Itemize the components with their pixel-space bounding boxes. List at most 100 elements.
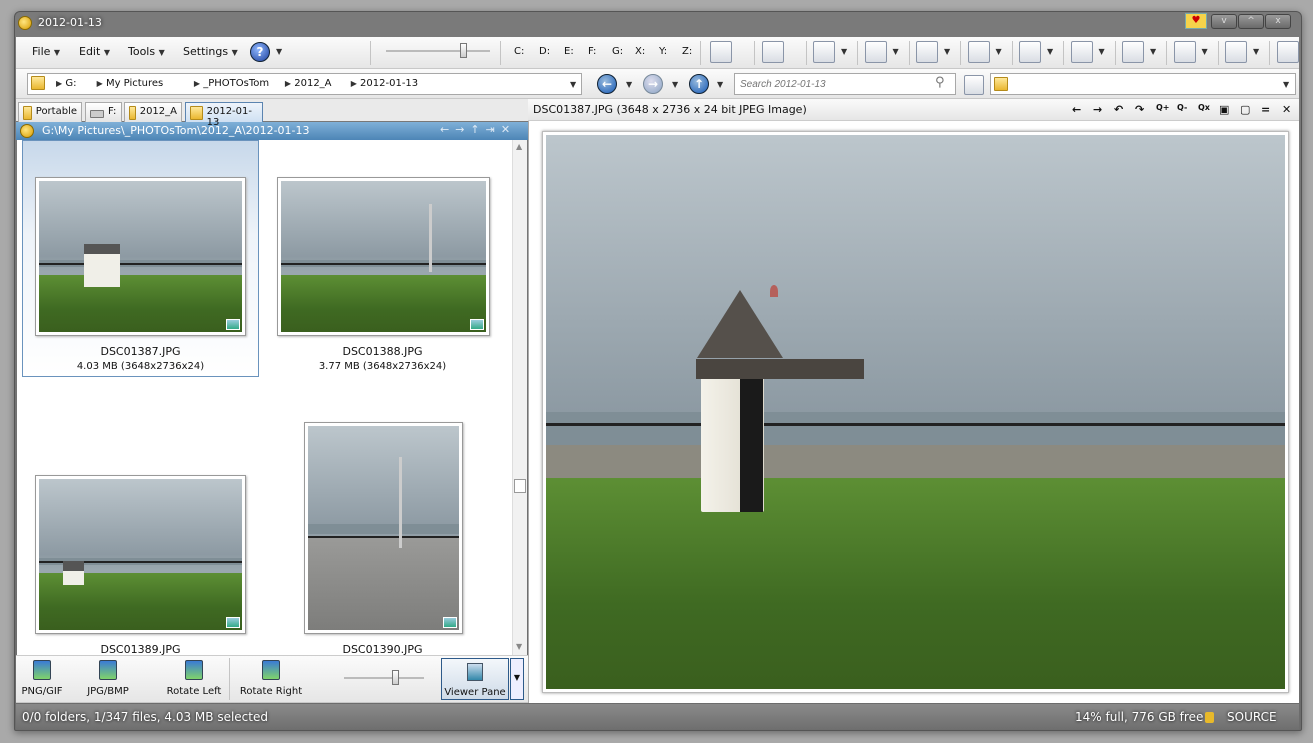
maximize-button[interactable]: ^: [1238, 14, 1264, 29]
forward-button[interactable]: →: [643, 74, 663, 94]
separator: [500, 41, 501, 65]
breadcrumb-arrow[interactable]: ▶: [194, 79, 200, 88]
zoom-in-icon[interactable]: Q+: [1156, 103, 1170, 112]
copy-icon[interactable]: [813, 41, 835, 63]
menu-tools[interactable]: Tools ▼: [128, 45, 165, 58]
image-preview[interactable]: [542, 131, 1289, 693]
drive-button[interactable]: X:: [635, 46, 645, 57]
breadcrumb-item[interactable]: ▶ 2012-01-13: [351, 78, 418, 89]
window-shield-icon[interactable]: [761, 41, 784, 63]
viewer-pane-dropdown[interactable]: ▼: [510, 658, 524, 700]
next-image-icon[interactable]: →: [1093, 103, 1102, 116]
edit-icon[interactable]: [1173, 41, 1196, 63]
thumbnail-size-slider[interactable]: [386, 50, 490, 52]
pane-nav-icons[interactable]: ←→↑⇥✕: [440, 123, 516, 136]
copy-dropdown[interactable]: ▼: [841, 47, 847, 56]
favorite-icon[interactable]: ♥: [1185, 13, 1207, 29]
back-dropdown[interactable]: ▼: [626, 80, 632, 89]
thumbnail[interactable]: [304, 422, 463, 634]
properties-icon[interactable]: [1070, 41, 1093, 63]
back-button[interactable]: ←: [597, 74, 617, 94]
breadcrumb-arrow[interactable]: ▶: [351, 79, 357, 88]
rotate-left-button[interactable]: Rotate Left: [160, 660, 228, 697]
thumbnail[interactable]: [35, 475, 246, 634]
tab-2012a[interactable]: 2012_A: [124, 102, 182, 122]
move-icon[interactable]: [864, 41, 887, 63]
lock-icon[interactable]: [1205, 712, 1214, 723]
breadcrumb-item[interactable]: ▶ _PHOTOsTom: [194, 78, 269, 89]
layout-icon[interactable]: [1225, 41, 1247, 63]
tab-f[interactable]: F:: [85, 102, 122, 122]
close-viewer-icon[interactable]: ✕: [1282, 103, 1291, 116]
tab-portable[interactable]: Portable: [18, 102, 82, 122]
back-pane-icon[interactable]: [1276, 41, 1299, 63]
drive-button[interactable]: Y:: [659, 46, 667, 57]
new-folder-dropdown[interactable]: ▼: [996, 47, 1002, 56]
breadcrumb-arrow[interactable]: ▶: [97, 79, 103, 88]
breadcrumb-item[interactable]: ▶ My Pictures: [97, 78, 164, 89]
filter-icon[interactable]: [964, 75, 984, 95]
drive-button[interactable]: D:: [539, 46, 550, 57]
rotate-left-icon[interactable]: ↶: [1114, 103, 1123, 116]
drive-button[interactable]: G:: [612, 46, 623, 57]
address-dropdown[interactable]: ▼: [570, 80, 576, 89]
view-mode-icon[interactable]: [1122, 41, 1144, 63]
breadcrumb-arrow[interactable]: ▶: [56, 79, 62, 88]
tab-20120113[interactable]: 2012-01-13: [185, 102, 263, 128]
up-button[interactable]: ↑: [689, 74, 709, 94]
scrollbar[interactable]: ▲ ▼: [512, 140, 527, 655]
viewer-pane-button[interactable]: Viewer Pane: [441, 658, 509, 700]
fit-icon[interactable]: ▣: [1219, 103, 1229, 116]
forward-dropdown[interactable]: ▼: [672, 80, 678, 89]
menu-file[interactable]: File ▼: [32, 45, 60, 58]
delete-icon[interactable]: [1019, 41, 1041, 63]
source-indicator[interactable]: SOURCE: [1227, 710, 1277, 724]
delete-dropdown[interactable]: ▼: [1047, 47, 1053, 56]
jpg-bmp-button[interactable]: JPG/BMP: [80, 660, 136, 697]
rename-dropdown[interactable]: ▼: [944, 47, 950, 56]
close-button[interactable]: x: [1265, 14, 1291, 29]
scroll-down-arrow[interactable]: ▼: [516, 642, 522, 651]
menu-edit[interactable]: Edit ▼: [79, 45, 110, 58]
breadcrumb-arrow[interactable]: ▶: [285, 79, 291, 88]
layout-dropdown[interactable]: ▼: [1253, 47, 1259, 56]
properties-dropdown[interactable]: ▼: [1099, 47, 1105, 56]
search-icon[interactable]: ⚲: [935, 75, 945, 90]
drive-button[interactable]: F:: [588, 46, 596, 57]
prev-image-icon[interactable]: ←: [1072, 103, 1081, 116]
thumbnail[interactable]: [277, 177, 490, 336]
folder-icon: [994, 77, 1008, 91]
rotate-right-button[interactable]: Rotate Right: [236, 660, 306, 697]
desktop-icon[interactable]: [710, 41, 732, 63]
menu-icon[interactable]: =: [1261, 103, 1270, 116]
rotate-right-icon[interactable]: ↷: [1135, 103, 1144, 116]
slider-thumb[interactable]: [392, 670, 399, 685]
zoom-slider[interactable]: [344, 677, 424, 679]
new-folder-icon[interactable]: [967, 41, 990, 63]
menu-settings[interactable]: Settings ▼: [183, 45, 238, 58]
drive-button[interactable]: E:: [564, 46, 574, 57]
move-dropdown[interactable]: ▼: [893, 47, 899, 56]
thumbnail[interactable]: [35, 177, 246, 336]
help-icon[interactable]: ?: [250, 42, 270, 62]
drive-button[interactable]: C:: [514, 46, 524, 57]
actual-size-icon[interactable]: ▢: [1240, 103, 1250, 116]
png-gif-button[interactable]: PNG/GIF: [20, 660, 64, 697]
zoom-out-icon[interactable]: Q-: [1177, 103, 1187, 112]
breadcrumb-item[interactable]: ▶ 2012_A: [285, 78, 332, 89]
minimize-button[interactable]: v: [1211, 14, 1237, 29]
scrollbar-thumb[interactable]: [514, 479, 526, 493]
filter-combo[interactable]: [990, 73, 1296, 95]
search-input[interactable]: [734, 73, 956, 95]
edit-dropdown[interactable]: ▼: [1202, 47, 1208, 56]
filter-dropdown[interactable]: ▼: [1283, 80, 1289, 89]
help-dropdown[interactable]: ▼: [276, 47, 282, 56]
zoom-reset-icon[interactable]: Qx: [1198, 103, 1210, 112]
drive-button[interactable]: Z:: [682, 46, 692, 57]
rename-icon[interactable]: [916, 41, 938, 63]
slider-thumb[interactable]: [460, 43, 467, 58]
up-dropdown[interactable]: ▼: [717, 80, 723, 89]
view-mode-dropdown[interactable]: ▼: [1150, 47, 1156, 56]
scroll-up-arrow[interactable]: ▲: [516, 142, 522, 151]
breadcrumb-item[interactable]: ▶ G:: [56, 78, 76, 89]
